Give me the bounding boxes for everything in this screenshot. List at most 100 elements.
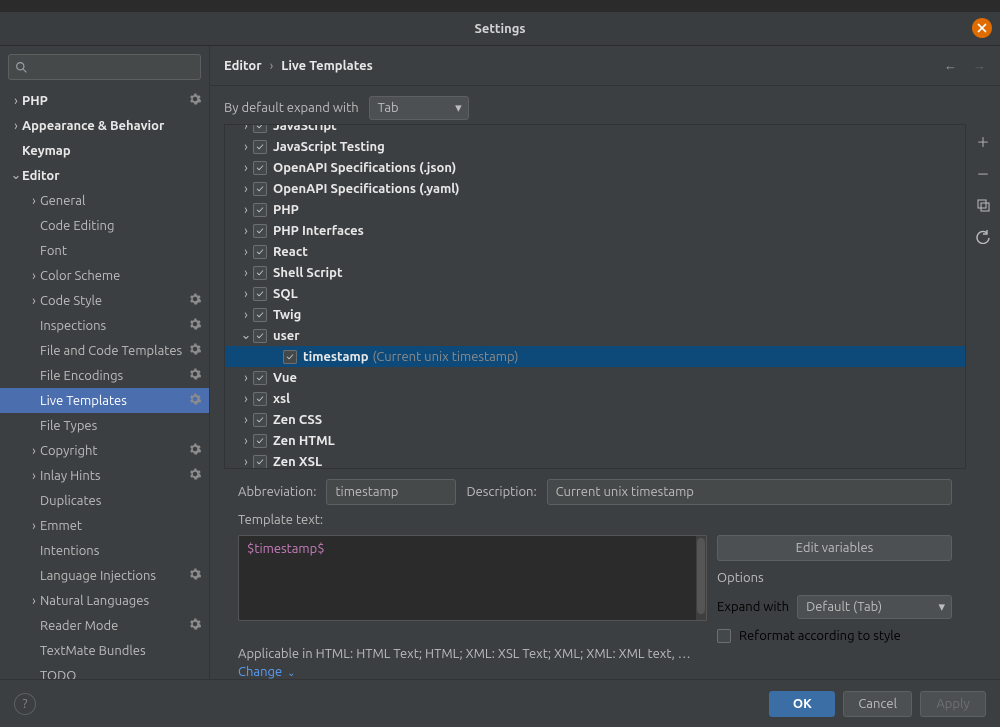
- sidebar-item-code-editing[interactable]: Code Editing: [0, 213, 209, 238]
- tree-arrow-icon: ›: [28, 469, 40, 483]
- sidebar-item-label: Intentions: [40, 544, 203, 558]
- expand-with-field-label: Expand with: [717, 600, 789, 614]
- sidebar-item-label: Editor: [22, 169, 203, 183]
- sidebar-item-inspections[interactable]: Inspections: [0, 313, 209, 338]
- group-checkbox[interactable]: [253, 371, 267, 385]
- help-button[interactable]: ?: [14, 693, 36, 715]
- sidebar-item-keymap[interactable]: Keymap: [0, 138, 209, 163]
- template-group[interactable]: ›Shell Script: [225, 262, 965, 283]
- apply-button[interactable]: Apply: [920, 691, 986, 717]
- sidebar-item-intentions[interactable]: Intentions: [0, 538, 209, 563]
- sidebar-item-inlay-hints[interactable]: ›Inlay Hints: [0, 463, 209, 488]
- gear-icon: [189, 368, 203, 383]
- sidebar-item-label: File and Code Templates: [40, 344, 189, 358]
- group-checkbox[interactable]: [253, 203, 267, 217]
- sidebar-item-label: Copyright: [40, 444, 189, 458]
- remove-button[interactable]: －: [974, 164, 992, 182]
- template-group[interactable]: ›PHP: [225, 199, 965, 220]
- tree-arrow-icon: ›: [239, 308, 253, 322]
- sidebar-item-emmet[interactable]: ›Emmet: [0, 513, 209, 538]
- add-button[interactable]: ＋: [974, 132, 992, 150]
- sidebar-item-font[interactable]: Font: [0, 238, 209, 263]
- template-group[interactable]: ⌄user: [225, 325, 965, 346]
- group-checkbox[interactable]: [253, 413, 267, 427]
- tree-arrow-icon: ›: [28, 294, 40, 308]
- sidebar-item-label: General: [40, 194, 203, 208]
- scrollbar[interactable]: [696, 536, 706, 620]
- group-checkbox[interactable]: [253, 161, 267, 175]
- group-checkbox[interactable]: [253, 224, 267, 238]
- template-group[interactable]: ›xsl: [225, 388, 965, 409]
- sidebar-item-editor[interactable]: ⌄Editor: [0, 163, 209, 188]
- nav-forward-button[interactable]: →: [973, 58, 986, 73]
- template-group-list[interactable]: ›JavaScript›JavaScript Testing›OpenAPI S…: [224, 124, 966, 469]
- template-group[interactable]: ›Twig: [225, 304, 965, 325]
- sidebar-item-file-types[interactable]: File Types: [0, 413, 209, 438]
- edit-variables-button[interactable]: Edit variables: [717, 535, 952, 561]
- sidebar-item-copyright[interactable]: ›Copyright: [0, 438, 209, 463]
- sidebar-item-label: Color Scheme: [40, 269, 203, 283]
- template-group[interactable]: ›OpenAPI Specifications (.yaml): [225, 178, 965, 199]
- nav-back-button[interactable]: ←: [944, 58, 957, 73]
- description-input[interactable]: [547, 479, 952, 505]
- group-checkbox[interactable]: [253, 308, 267, 322]
- template-group[interactable]: ›Zen HTML: [225, 430, 965, 451]
- change-contexts-link[interactable]: Change ⌄: [224, 665, 966, 679]
- settings-tree[interactable]: ›PHP›Appearance & BehaviorKeymap⌄Editor›…: [0, 88, 209, 679]
- breadcrumb-root: Editor: [224, 59, 262, 73]
- group-checkbox[interactable]: [253, 287, 267, 301]
- gear-icon: [189, 393, 203, 408]
- chevron-down-icon: ⌄: [287, 667, 295, 678]
- group-checkbox[interactable]: [253, 266, 267, 280]
- sidebar-item-textmate-bundles[interactable]: TextMate Bundles: [0, 638, 209, 663]
- group-checkbox[interactable]: [253, 455, 267, 469]
- ok-button[interactable]: OK: [769, 691, 835, 717]
- group-checkbox[interactable]: [253, 124, 267, 133]
- expand-with-field-combo[interactable]: Default (Tab) ▾: [797, 595, 952, 619]
- sidebar-item-appearance-behavior[interactable]: ›Appearance & Behavior: [0, 113, 209, 138]
- settings-dialog: Settings ›PHP›Appearance & BehaviorKeyma…: [0, 12, 1000, 727]
- group-checkbox[interactable]: [253, 329, 267, 343]
- sidebar-item-code-style[interactable]: ›Code Style: [0, 288, 209, 313]
- sidebar-item-live-templates[interactable]: Live Templates: [0, 388, 209, 413]
- sidebar-item-color-scheme[interactable]: ›Color Scheme: [0, 263, 209, 288]
- settings-sidebar: ›PHP›Appearance & BehaviorKeymap⌄Editor›…: [0, 46, 210, 679]
- template-group[interactable]: ›JavaScript Testing: [225, 136, 965, 157]
- expand-with-combo[interactable]: Tab ▾: [369, 96, 469, 120]
- group-checkbox[interactable]: [253, 182, 267, 196]
- group-checkbox[interactable]: [253, 140, 267, 154]
- settings-search-input[interactable]: [8, 54, 201, 80]
- revert-button[interactable]: [974, 228, 992, 246]
- sidebar-item-duplicates[interactable]: Duplicates: [0, 488, 209, 513]
- template-text-editor[interactable]: $timestamp$: [238, 535, 707, 621]
- group-checkbox[interactable]: [253, 434, 267, 448]
- template-group[interactable]: ›React: [225, 241, 965, 262]
- sidebar-item-reader-mode[interactable]: Reader Mode: [0, 613, 209, 638]
- duplicate-button[interactable]: [974, 196, 992, 214]
- sidebar-item-natural-languages[interactable]: ›Natural Languages: [0, 588, 209, 613]
- template-group[interactable]: ›JavaScript: [225, 124, 965, 136]
- sidebar-item-php[interactable]: ›PHP: [0, 88, 209, 113]
- abbreviation-input[interactable]: [326, 479, 456, 505]
- sidebar-item-general[interactable]: ›General: [0, 188, 209, 213]
- group-checkbox[interactable]: [283, 350, 297, 364]
- template-item[interactable]: timestamp (Current unix timestamp): [225, 346, 965, 367]
- group-label: SQL: [273, 287, 298, 301]
- sidebar-item-todo[interactable]: TODO: [0, 663, 209, 679]
- sidebar-item-language-injections[interactable]: Language Injections: [0, 563, 209, 588]
- template-group[interactable]: ›Vue: [225, 367, 965, 388]
- sidebar-item-file-encodings[interactable]: File Encodings: [0, 363, 209, 388]
- template-group[interactable]: ›OpenAPI Specifications (.json): [225, 157, 965, 178]
- template-group[interactable]: ›PHP Interfaces: [225, 220, 965, 241]
- tree-arrow-icon: ›: [239, 287, 253, 301]
- template-group[interactable]: ›Zen CSS: [225, 409, 965, 430]
- reformat-checkbox[interactable]: [717, 629, 731, 643]
- sidebar-item-file-and-code-templates[interactable]: File and Code Templates: [0, 338, 209, 363]
- window-close-button[interactable]: [972, 18, 992, 38]
- group-checkbox[interactable]: [253, 392, 267, 406]
- template-group[interactable]: › SQL: [225, 283, 965, 304]
- options-label: Options: [717, 571, 952, 585]
- template-group[interactable]: ›Zen XSL: [225, 451, 965, 469]
- cancel-button[interactable]: Cancel: [843, 691, 912, 717]
- group-checkbox[interactable]: [253, 245, 267, 259]
